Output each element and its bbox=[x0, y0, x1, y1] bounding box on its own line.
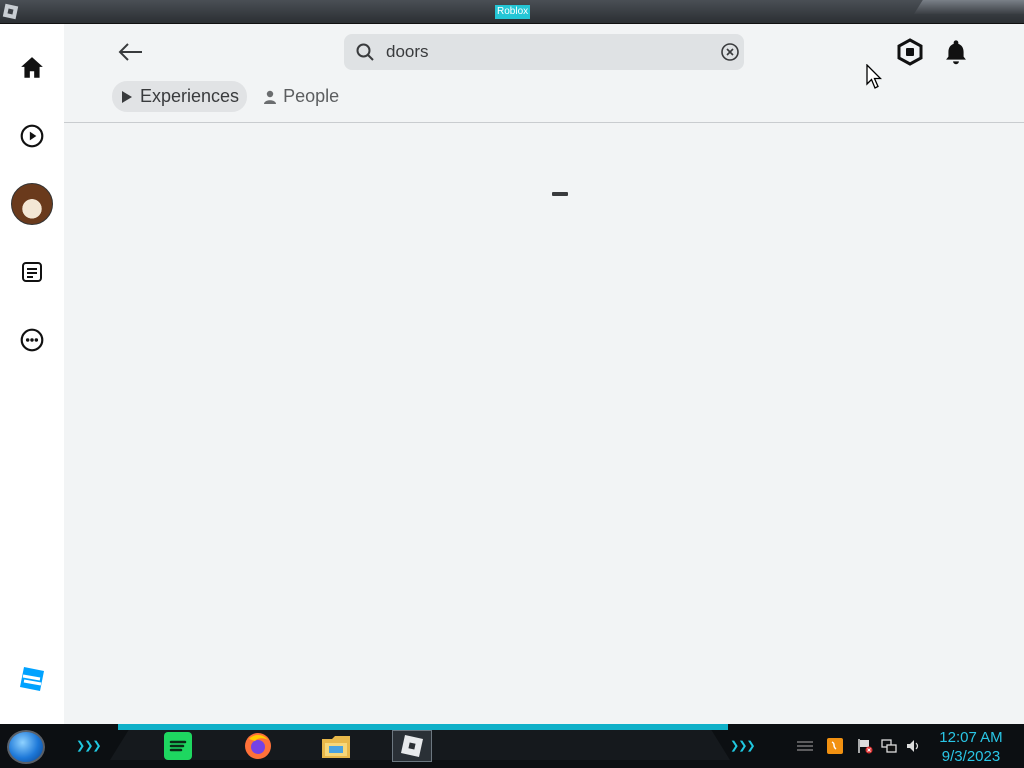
file-explorer-icon[interactable] bbox=[316, 730, 356, 762]
play-icon[interactable] bbox=[16, 120, 48, 152]
spotify-icon[interactable] bbox=[158, 730, 198, 762]
roblox-logo-icon bbox=[20, 667, 44, 691]
taskbar-clock[interactable]: 12:07 AM 9/3/2023 bbox=[932, 728, 1010, 766]
clear-search-icon[interactable] bbox=[720, 42, 740, 62]
play-triangle-icon bbox=[120, 90, 134, 104]
home-icon[interactable] bbox=[16, 52, 48, 84]
more-icon[interactable] bbox=[16, 324, 48, 356]
person-icon bbox=[263, 90, 277, 104]
search-bar[interactable] bbox=[344, 34, 744, 70]
clock-date: 9/3/2023 bbox=[941, 748, 1001, 765]
window-title: Roblox bbox=[495, 5, 531, 19]
header-divider bbox=[64, 122, 1024, 123]
notification-bell-icon[interactable] bbox=[942, 38, 970, 66]
chat-icon[interactable] bbox=[16, 256, 48, 288]
search-type-tabs: Experiences People bbox=[112, 81, 347, 112]
window-titlebar[interactable]: Roblox bbox=[0, 0, 1024, 24]
tray-overflow-icon[interactable] bbox=[794, 736, 816, 756]
loading-indicator bbox=[552, 192, 568, 196]
roblox-app-icon bbox=[2, 3, 19, 20]
roblox-taskbar-icon[interactable] bbox=[392, 730, 432, 762]
tab-people[interactable]: People bbox=[255, 81, 347, 112]
search-input[interactable] bbox=[386, 39, 706, 65]
volume-icon[interactable] bbox=[904, 736, 922, 756]
taskbar-chevron-right-icon: ❯❯❯ bbox=[730, 740, 756, 752]
main-content: Experiences People bbox=[64, 24, 1024, 724]
clock-time: 12:07 AM bbox=[939, 729, 1003, 746]
firefox-icon[interactable] bbox=[238, 730, 278, 762]
tab-people-label: People bbox=[283, 86, 340, 106]
search-icon bbox=[356, 43, 374, 61]
network-icon[interactable] bbox=[880, 736, 898, 756]
back-arrow-icon[interactable] bbox=[116, 40, 144, 64]
robux-icon[interactable] bbox=[896, 38, 924, 66]
java-update-icon[interactable] bbox=[826, 736, 844, 756]
tab-experiences-label: Experiences bbox=[140, 86, 240, 106]
titlebar-decoration bbox=[914, 0, 1024, 14]
tab-experiences[interactable]: Experiences bbox=[112, 81, 248, 112]
action-center-flag-icon[interactable] bbox=[856, 736, 874, 756]
taskbar-chevron-left-icon: ❯❯❯ bbox=[76, 740, 102, 752]
left-sidebar bbox=[0, 24, 64, 724]
avatar[interactable] bbox=[11, 183, 53, 225]
mouse-cursor-icon bbox=[866, 63, 883, 90]
start-button[interactable] bbox=[7, 730, 45, 764]
